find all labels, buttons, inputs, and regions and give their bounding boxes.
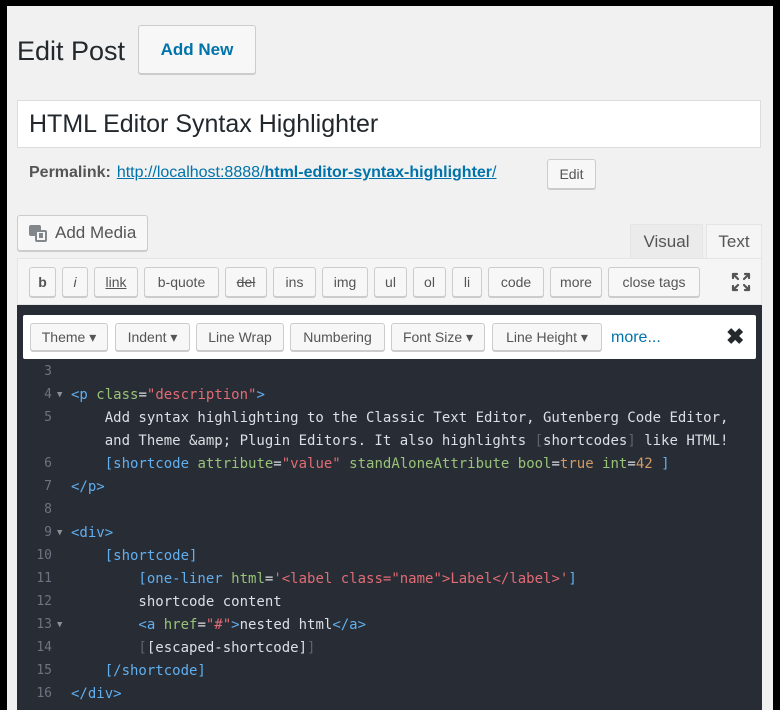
permalink-tail: / xyxy=(492,164,497,181)
quicktag-more-button[interactable]: more xyxy=(550,267,602,297)
line-number: 11 xyxy=(36,571,52,586)
permalink-link[interactable]: http://localhost:8888/html-editor-syntax… xyxy=(117,164,497,182)
page-title: Edit Post xyxy=(17,36,126,66)
code-line: </p> xyxy=(71,479,105,495)
line-number: 5 xyxy=(44,410,52,425)
line-number: 13 xyxy=(36,617,52,632)
quicktag-del-button[interactable]: del xyxy=(225,267,267,297)
line-number: 4 xyxy=(44,387,52,402)
more-link[interactable]: more... xyxy=(611,329,661,347)
permalink-slug: html-editor-syntax-highlighter xyxy=(264,164,493,181)
quicktag-bquote-button[interactable]: b-quote xyxy=(144,267,219,297)
quicktag-link-button[interactable]: link xyxy=(94,267,138,297)
code-line: [one-liner html='<label class="name">Lab… xyxy=(71,571,577,587)
theme-dropdown[interactable]: Theme ▾ xyxy=(30,323,108,351)
fullscreen-icon[interactable] xyxy=(730,271,752,293)
quicktags-toolbar: b i link b-quote del ins img ul ol li co… xyxy=(17,258,762,305)
highlighter-toolbar: Theme ▾ Indent ▾ Line Wrap Numbering Fon… xyxy=(23,315,756,359)
code-line: [shortcode attribute="value" standAloneA… xyxy=(71,456,670,472)
line-number: 10 xyxy=(36,548,52,563)
quicktag-italic-button[interactable]: i xyxy=(62,267,88,297)
quicktag-close-tags-button[interactable]: close tags xyxy=(608,267,700,297)
quicktag-ol-button[interactable]: ol xyxy=(413,267,446,297)
line-number: 7 xyxy=(44,479,52,494)
permalink-base: http://localhost:8888/ xyxy=(116,164,265,181)
edit-post-screen: Edit Post Add New HTML Editor Syntax Hig… xyxy=(7,6,773,710)
fold-arrow-icon[interactable]: ▼ xyxy=(57,390,62,400)
line-number: 14 xyxy=(36,640,52,655)
line-height-dropdown[interactable]: Line Height ▾ xyxy=(492,323,602,351)
code-line: <div> xyxy=(71,525,114,541)
line-number: 9 xyxy=(44,525,52,540)
add-media-button[interactable]: Add Media xyxy=(17,215,148,251)
code-line: </div> xyxy=(71,686,122,702)
post-title-input[interactable]: HTML Editor Syntax Highlighter xyxy=(17,100,761,148)
permalink-label: Permalink: xyxy=(29,164,111,181)
code-line: shortcode content xyxy=(71,594,282,610)
permalink-edit-button[interactable]: Edit xyxy=(547,159,596,189)
quicktag-li-button[interactable]: li xyxy=(452,267,482,297)
code-line: Add syntax highlighting to the Classic T… xyxy=(71,410,729,426)
code-line: [[escaped-shortcode]] xyxy=(71,640,316,656)
numbering-button[interactable]: Numbering xyxy=(290,323,385,351)
line-number: 8 xyxy=(44,502,52,517)
code-line: [shortcode] xyxy=(71,548,198,564)
fold-arrow-icon[interactable]: ▼ xyxy=(57,528,62,538)
line-number: 6 xyxy=(44,456,52,471)
add-new-button[interactable]: Add New xyxy=(138,25,256,74)
quicktag-ul-button[interactable]: ul xyxy=(374,267,407,297)
quicktag-code-button[interactable]: code xyxy=(488,267,544,297)
permalink: Permalink: http://localhost:8888/html-ed… xyxy=(29,164,496,182)
line-number: 12 xyxy=(36,594,52,609)
code-line: [/shortcode] xyxy=(71,663,206,679)
tab-visual[interactable]: Visual xyxy=(630,224,703,258)
tab-text[interactable]: Text xyxy=(706,224,762,258)
quicktag-ins-button[interactable]: ins xyxy=(273,267,316,297)
code-line: <p class="description"> xyxy=(71,387,265,403)
line-wrap-button[interactable]: Line Wrap xyxy=(196,323,284,351)
quicktag-img-button[interactable]: img xyxy=(322,267,368,297)
indent-dropdown[interactable]: Indent ▾ xyxy=(115,323,190,351)
close-icon[interactable]: ✖ xyxy=(726,325,744,349)
add-media-label: Add Media xyxy=(55,223,137,242)
code-editor[interactable]: Theme ▾ Indent ▾ Line Wrap Numbering Fon… xyxy=(17,305,762,710)
media-icon xyxy=(28,223,48,243)
line-number: 3 xyxy=(44,364,52,379)
quicktag-bold-button[interactable]: b xyxy=(29,267,56,297)
code-line: <a href="#">nested html</a> xyxy=(71,617,367,633)
code-line: and Theme &amp; Plugin Editors. It also … xyxy=(71,433,729,449)
font-size-dropdown[interactable]: Font Size ▾ xyxy=(391,323,485,351)
line-number: 15 xyxy=(36,663,52,678)
fold-arrow-icon[interactable]: ▼ xyxy=(57,620,62,630)
line-number: 16 xyxy=(36,686,52,701)
